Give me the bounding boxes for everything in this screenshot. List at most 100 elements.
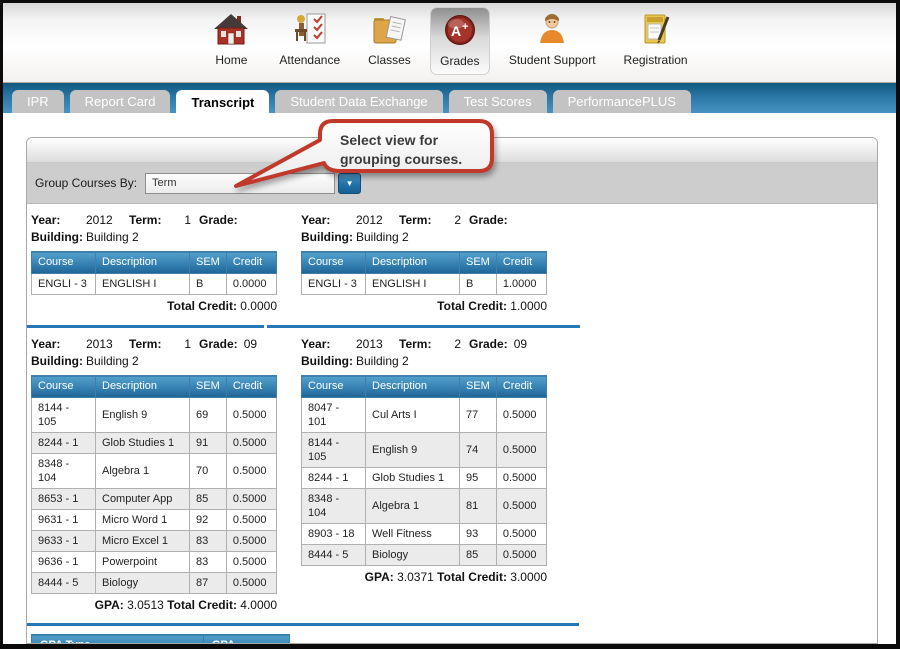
total-credit-label: Total Credit:	[437, 299, 507, 313]
gpa-type-header: GPA Type	[32, 635, 204, 645]
total-credit-value: 1.0000	[510, 299, 547, 313]
sem-cell: 74	[460, 433, 497, 468]
course-row: ENGLI - 3ENGLISH IB1.0000	[302, 274, 547, 295]
description-column-header: Description	[366, 252, 460, 274]
transcript-panel: Group Courses By: Term ▼ Year:2012 Term: 1…	[26, 137, 878, 644]
grade-value: 09	[244, 337, 257, 351]
grades-icon: A +	[440, 11, 480, 51]
grade-label: Grade:	[199, 337, 238, 351]
tab-report-card[interactable]: Report Card	[70, 90, 171, 113]
course-table-header-row: Course Description SEM Credit	[302, 376, 547, 398]
grade-label: Grade:	[469, 213, 508, 227]
gpa-label: GPA:	[365, 570, 394, 584]
sem-column-header: SEM	[190, 376, 227, 398]
nav-item-home[interactable]: Home	[202, 7, 260, 75]
description-cell: Algebra 1	[366, 489, 460, 524]
course-row: 8444 - 5Biology870.5000	[32, 573, 277, 594]
section-meta-line2: Building:Building 2	[31, 229, 301, 246]
section-meta-line2: Building:Building 2	[301, 229, 877, 246]
course-column-header: Course	[302, 252, 366, 274]
tab-performanceplus[interactable]: PerformancePLUS	[553, 90, 691, 113]
group-courses-label: Group Courses By:	[35, 176, 137, 190]
description-cell: Powerpoint	[96, 552, 190, 573]
description-cell: Cul Arts I	[366, 398, 460, 433]
tab-test-scores[interactable]: Test Scores	[449, 90, 547, 113]
nav-label: Student Support	[509, 53, 596, 67]
chevron-down-icon: ▼	[346, 179, 354, 188]
description-cell: Computer App	[96, 489, 190, 510]
credit-cell: 0.5000	[496, 489, 546, 524]
credit-cell: 1.0000	[496, 274, 546, 295]
sem-cell: 85	[460, 545, 497, 566]
year-divider	[267, 325, 580, 328]
credit-cell: 0.5000	[496, 433, 546, 468]
course-column-header: Course	[302, 376, 366, 398]
tab-transcript[interactable]: Transcript	[176, 90, 269, 116]
course-row: ENGLI - 3ENGLISH IB0.0000	[32, 274, 277, 295]
grade-value: 09	[514, 337, 527, 351]
nav-item-registration[interactable]: Registration	[615, 7, 697, 75]
tab-ipr[interactable]: IPR	[12, 90, 64, 113]
credit-cell: 0.5000	[226, 489, 276, 510]
grade-label: Grade:	[469, 337, 508, 351]
group-courses-dropdown[interactable]: Term	[145, 173, 335, 194]
credit-cell: 0.5000	[226, 552, 276, 573]
course-table-header-row: Course Description SEM Credit	[32, 376, 277, 398]
building-label: Building:	[31, 353, 86, 370]
dropdown-arrow-button[interactable]: ▼	[338, 173, 361, 194]
term-value: 1	[169, 212, 191, 229]
course-cell: 8444 - 5	[32, 573, 96, 594]
credit-cell: 0.5000	[496, 545, 546, 566]
classes-icon	[369, 10, 409, 50]
nav-label: Home	[215, 53, 247, 67]
nav-item-student-support[interactable]: Student Support	[500, 7, 605, 75]
year-divider	[27, 325, 264, 328]
course-cell: 8144 - 105	[32, 398, 96, 433]
term-label: Term:	[129, 336, 169, 353]
course-cell: 8653 - 1	[32, 489, 96, 510]
nav-label: Registration	[624, 53, 688, 67]
course-cell: 8348 - 104	[302, 489, 366, 524]
course-cell: 8244 - 1	[32, 433, 96, 454]
course-row: 8244 - 1Glob Studies 1950.5000	[302, 468, 547, 489]
description-cell: Biology	[366, 545, 460, 566]
home-icon	[211, 10, 251, 50]
attendance-icon	[290, 10, 330, 50]
course-cell: 9633 - 1	[32, 531, 96, 552]
nav-item-grades[interactable]: A + Grades	[430, 7, 490, 75]
year-label: Year:	[31, 212, 86, 229]
description-cell: English 9	[366, 433, 460, 468]
nav-item-attendance[interactable]: Attendance	[270, 7, 349, 75]
summary-divider	[27, 623, 579, 626]
total-credit-label: Total Credit:	[167, 299, 237, 313]
course-row: 8144 - 105English 9740.5000	[302, 433, 547, 468]
year-value: 2013	[356, 336, 399, 353]
sem-cell: 69	[190, 398, 227, 433]
year-value: 2012	[86, 212, 129, 229]
term-section: Year:2013Term:2Grade:09 Building:Buildin…	[301, 336, 877, 593]
gpa-summary-table: GPA Type GPA Semester GPA3.0455	[31, 634, 290, 644]
gpa-header-row: GPA Type GPA	[32, 635, 290, 645]
sem-column-header: SEM	[190, 252, 227, 274]
tab-student-data-exchange[interactable]: Student Data Exchange	[275, 90, 442, 113]
description-column-header: Description	[366, 376, 460, 398]
gpa-header: GPA	[204, 635, 290, 645]
sem-cell: 87	[190, 573, 227, 594]
total-credit-label: Total Credit:	[437, 570, 507, 584]
course-cell: 9636 - 1	[32, 552, 96, 573]
credit-cell: 0.5000	[226, 573, 276, 594]
sem-cell: 85	[190, 489, 227, 510]
section-meta-line1: Year:2012Term:2Grade:	[301, 212, 877, 229]
building-label: Building:	[301, 229, 356, 246]
term-section: Year:2012Term:2Grade: Building:Building …	[301, 212, 877, 322]
sem-cell: 92	[190, 510, 227, 531]
course-table: Course Description SEM Credit 8047 - 101…	[301, 375, 547, 566]
credit-cell: 0.5000	[226, 454, 276, 489]
nav-item-classes[interactable]: Classes	[359, 7, 420, 75]
course-row: 8653 - 1Computer App850.5000	[32, 489, 277, 510]
credit-column-header: Credit	[496, 376, 546, 398]
course-row: 8144 - 105English 9690.5000	[32, 398, 277, 433]
total-credit-label: Total Credit:	[167, 598, 237, 612]
description-cell: Well Fitness	[366, 524, 460, 545]
course-table-header-row: Course Description SEM Credit	[302, 252, 547, 274]
